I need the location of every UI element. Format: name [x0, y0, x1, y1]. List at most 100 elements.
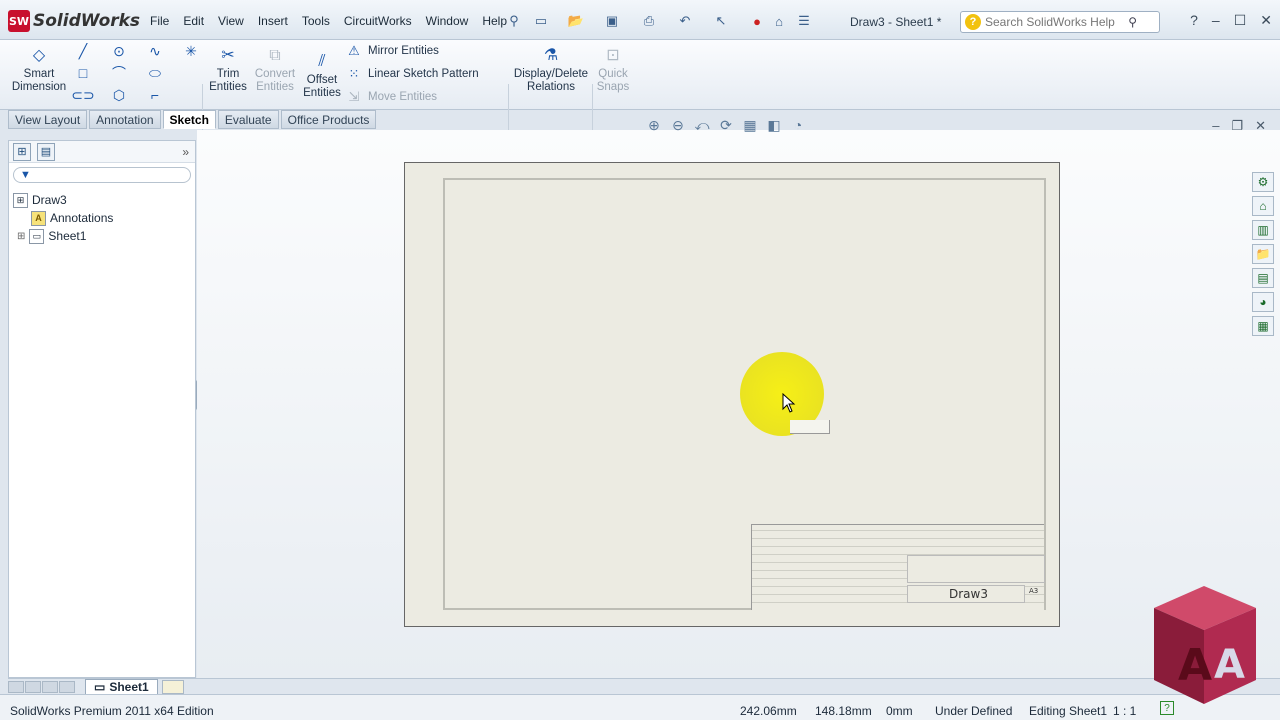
close-button[interactable]: ✕ — [1260, 12, 1272, 29]
help-question-icon: ? — [965, 14, 981, 30]
brand-name: SolidWorks — [33, 11, 141, 31]
options-icon[interactable]: ☰ — [795, 12, 813, 30]
next-sheet-button[interactable] — [42, 680, 58, 693]
command-manager: ◇ Smart Dimension ╱ ⊙ ∿ ✳ □ ⌒ ⬭ ⊂⊃ ⬡ ⌐ ✂… — [0, 40, 1280, 144]
view-orientation-icon[interactable]: ◧ — [765, 116, 783, 134]
help-icon[interactable]: ? — [1190, 12, 1198, 29]
file-properties-icon[interactable]: ⌂ — [770, 12, 788, 30]
tab-sketch[interactable]: Sketch — [162, 110, 216, 129]
rebuild-icon[interactable]: ● — [748, 12, 766, 30]
tree-root-label: Draw3 — [32, 193, 67, 207]
offset-entities-label: Offset Entities — [303, 74, 341, 99]
point-icon[interactable]: ✳ — [182, 42, 200, 60]
menu-insert[interactable]: Insert — [251, 14, 295, 28]
hide-show-items-icon[interactable]: ◔ — [789, 116, 807, 134]
display-style-icon[interactable]: ▦ — [741, 116, 759, 134]
polygon-icon[interactable]: ⬡ — [110, 86, 128, 104]
menu-edit[interactable]: Edit — [176, 14, 211, 28]
prev-sheet-button[interactable] — [25, 680, 41, 693]
tab-office-products[interactable]: Office Products — [280, 110, 377, 129]
print-icon[interactable]: ⎙ — [640, 12, 658, 30]
smart-dimension-button[interactable]: ◇ Smart Dimension — [12, 44, 66, 94]
save-icon[interactable]: ▣ — [603, 12, 621, 30]
spline-icon[interactable]: ∿ — [146, 42, 164, 60]
status-scale: 1 : 1 — [1113, 704, 1137, 718]
select-arrow-icon[interactable]: ↖ — [712, 12, 730, 30]
search-input[interactable]: Search SolidWorks Help — [985, 15, 1115, 29]
tab-annotation[interactable]: Annotation — [89, 110, 161, 129]
trim-entities-button[interactable]: ✂ Trim Entities — [206, 44, 250, 94]
minimize-button[interactable]: – — [1212, 12, 1220, 29]
undo-icon[interactable]: ↶ — [676, 12, 694, 30]
mirror-entities-button[interactable]: ⚠ Mirror Entities — [346, 43, 439, 59]
custom-properties-icon[interactable]: ▦ — [1252, 316, 1274, 336]
menu-file[interactable]: File — [143, 14, 176, 28]
doc-restore-button[interactable]: ❐ — [1231, 118, 1243, 134]
offset-entities-button[interactable]: ⫽ Offset Entities — [302, 50, 342, 100]
mirror-icon: ⚠ — [348, 43, 360, 58]
pin-icon[interactable]: ⚲ — [505, 12, 523, 30]
app-logo[interactable]: SW SolidWorks — [8, 10, 140, 32]
appearances-icon[interactable]: ◕ — [1252, 292, 1274, 312]
feature-tree-tab-icon[interactable]: ⊞ — [13, 142, 31, 161]
menu-tools[interactable]: Tools — [295, 14, 337, 28]
search-icon[interactable]: ⚲ — [1128, 15, 1137, 29]
menu-view[interactable]: View — [211, 14, 251, 28]
trim-icon: ✂ — [221, 46, 235, 64]
display-delete-relations-button[interactable]: ⚗ Display/Delete Relations — [514, 44, 588, 94]
annotations-icon: A — [31, 210, 46, 226]
tab-view-layout[interactable]: View Layout — [8, 110, 88, 129]
status-bar: SolidWorks Premium 2011 x64 Edition 242.… — [0, 694, 1280, 720]
quick-snaps-button[interactable]: ⊡ Quick Snaps — [594, 44, 632, 94]
first-sheet-button[interactable] — [8, 680, 24, 693]
open-folder-icon[interactable]: 📂 — [567, 12, 585, 30]
add-sheet-button[interactable] — [161, 679, 184, 694]
menu-window[interactable]: Window — [419, 14, 476, 28]
last-sheet-button[interactable] — [59, 680, 75, 693]
drawing-sheet[interactable]: Draw3 A3 — [404, 162, 1060, 627]
linear-sketch-pattern-button[interactable]: ⁙ Linear Sketch Pattern — [346, 66, 479, 82]
sheet-tab[interactable]: ▭ Sheet1 — [85, 678, 158, 695]
svg-text:A: A — [1178, 640, 1212, 691]
property-manager-tab-icon[interactable]: ▤ — [37, 142, 55, 161]
slot-icon[interactable]: ⊂⊃ — [71, 86, 94, 104]
menu-bar: File Edit View Insert Tools CircuitWorks… — [143, 14, 514, 28]
tree-filter[interactable]: ▼ — [13, 167, 191, 183]
line-icon[interactable]: ╱ — [74, 42, 92, 60]
pattern-grid-icon: ⁙ — [348, 66, 360, 81]
circle-icon[interactable]: ⊙ — [110, 42, 128, 60]
mouse-cursor-icon — [782, 393, 796, 413]
fillet-icon[interactable]: ⌐ — [146, 86, 164, 104]
task-pane-tabs: ⚙ ⌂ ▥ 📁 ▤ ◕ ▦ — [1252, 172, 1274, 336]
expand-plus-icon[interactable]: ⊞ — [17, 231, 25, 242]
menu-circuitworks[interactable]: CircuitWorks — [337, 14, 419, 28]
rectangle-icon[interactable]: □ — [74, 64, 92, 82]
convert-entities-button[interactable]: ⧉ Convert Entities — [252, 44, 298, 94]
home-icon[interactable]: ⌂ — [1252, 196, 1274, 216]
move-entities-button[interactable]: ⇲ Move Entities — [346, 89, 437, 105]
view-palette-icon[interactable]: ▤ — [1252, 268, 1274, 288]
search-box[interactable]: ? Search SolidWorks Help ⚲ — [960, 11, 1160, 33]
doc-close-button[interactable]: ✕ — [1255, 118, 1266, 134]
design-library-icon[interactable]: ▥ — [1252, 220, 1274, 240]
redraw-icon[interactable]: ⟳ — [717, 116, 735, 134]
zoom-to-area-icon[interactable]: ⊖ — [669, 116, 687, 134]
maximize-button[interactable]: ☐ — [1234, 12, 1247, 29]
arc-icon[interactable]: ⌒ — [110, 64, 128, 82]
tree-item-draw3[interactable]: ⊞ Draw3 — [13, 191, 191, 209]
new-document-icon[interactable]: ▭ — [532, 12, 550, 30]
solidworks-resources-icon[interactable]: ⚙ — [1252, 172, 1274, 192]
expand-panel-icon[interactable]: » — [182, 145, 189, 159]
window-controls: ? – ☐ ✕ — [1190, 12, 1272, 29]
tree-item-annotations[interactable]: A Annotations — [13, 209, 191, 227]
file-explorer-icon[interactable]: 📁 — [1252, 244, 1274, 264]
zoom-to-fit-icon[interactable]: ⊕ — [645, 116, 663, 134]
doc-minimize-button[interactable]: – — [1212, 118, 1219, 134]
tab-evaluate[interactable]: Evaluate — [217, 110, 279, 129]
heads-up-view-toolbar: ⊕ ⊖ ⤺ ⟳ ▦ ◧ ◔ — [645, 116, 807, 134]
ellipse-icon[interactable]: ⬭ — [146, 64, 164, 82]
sheet-icon: ▭ — [29, 228, 45, 244]
previous-view-icon[interactable]: ⤺ — [693, 116, 711, 134]
tree-item-sheet1[interactable]: ⊞ ▭ Sheet1 — [13, 227, 191, 245]
status-state: Under Defined — [935, 704, 1013, 718]
